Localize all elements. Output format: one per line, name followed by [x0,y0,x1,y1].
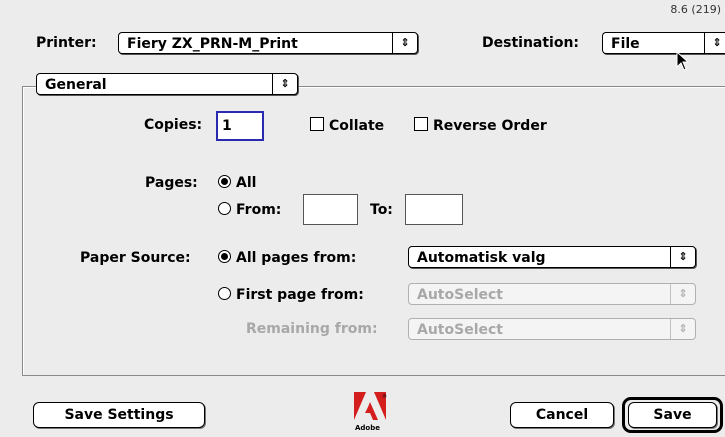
destination-value: File [611,36,640,52]
destination-label: Destination: [482,35,580,51]
first-page-radio[interactable]: First page from: [218,287,364,303]
pages-from-radio[interactable]: From: [218,202,281,218]
remaining-popup[interactable]: AutoSelect ⇕ [408,318,696,340]
popup-arrows-icon: ⇕ [704,33,725,53]
printer-value: Fiery ZX_PRN-M_Print [127,36,298,52]
copies-input[interactable]: 1 [216,111,264,141]
save-settings-button[interactable]: Save Settings [33,402,205,428]
radio-on-icon [218,250,231,263]
popup-arrows-icon: ⇕ [670,247,695,267]
pages-from-input[interactable] [303,194,358,225]
all-pages-popup[interactable]: Automatisk valg ⇕ [408,246,696,268]
svg-text:®: ® [382,393,387,400]
popup-arrows-icon: ⇕ [670,319,695,339]
cancel-button[interactable]: Cancel [510,402,614,428]
section-popup[interactable]: General ⇕ [36,73,298,95]
all-pages-label: All pages from: [236,250,357,266]
copies-label: Copies: [144,117,203,133]
radio-off-icon [218,202,231,215]
first-page-value: AutoSelect [417,287,503,303]
popup-arrows-icon: ⇕ [272,74,297,94]
first-page-label: First page from: [236,287,364,303]
pages-label: Pages: [145,175,198,191]
popup-arrows-icon: ⇕ [392,33,417,53]
first-page-popup[interactable]: AutoSelect ⇕ [408,283,696,305]
pages-all-radio[interactable]: All [218,175,256,191]
collate-label: Collate [329,118,385,134]
all-pages-value: Automatisk valg [417,250,546,266]
collate-box [310,117,324,131]
printer-popup[interactable]: Fiery ZX_PRN-M_Print ⇕ [118,32,418,54]
section-value: General [45,77,107,93]
mouse-cursor-icon [676,51,690,71]
pages-all-label: All [236,175,257,191]
pages-to-label: To: [370,202,393,218]
all-pages-radio[interactable]: All pages from: [218,250,356,266]
collate-checkbox[interactable]: Collate [310,117,384,134]
pages-to-input[interactable] [405,194,463,225]
popup-arrows-icon: ⇕ [670,284,695,304]
reverse-order-label: Reverse Order [433,118,547,134]
version-label: 8.6 (219) [670,3,721,16]
save-button[interactable]: Save [628,402,717,428]
adobe-logo-text: Adobe [355,424,380,432]
remaining-value: AutoSelect [417,322,503,338]
reverse-order-box [414,117,428,131]
pages-from-label: From: [236,202,282,218]
radio-on-icon [218,175,231,188]
paper-source-label: Paper Source: [80,250,191,266]
radio-off-icon [218,287,231,300]
destination-popup[interactable]: File ⇕ [602,32,725,54]
printer-label: Printer: [36,35,97,51]
remaining-label: Remaining from: [246,321,378,337]
reverse-order-checkbox[interactable]: Reverse Order [414,117,547,134]
